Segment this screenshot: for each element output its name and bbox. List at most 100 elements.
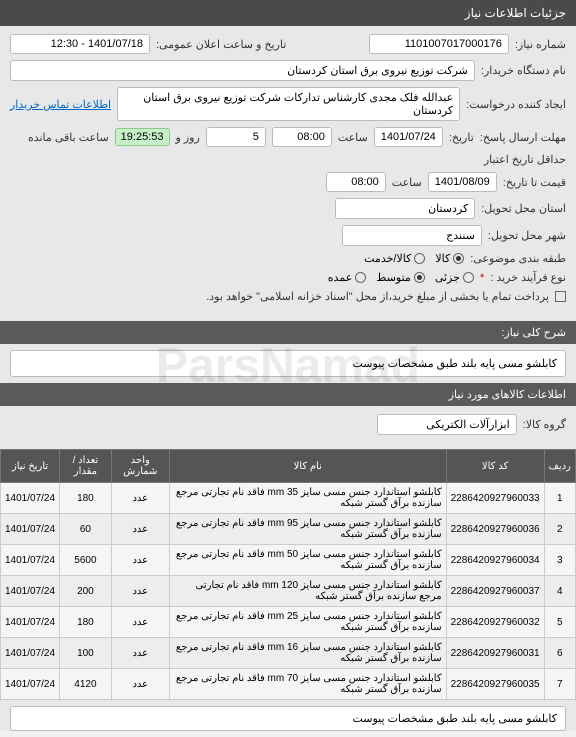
group-field: ابزارآلات الکتریکی bbox=[377, 414, 517, 435]
radio-service[interactable] bbox=[414, 253, 425, 264]
cell-name: کابلشو استاندارد جنس مسی سایز 35 mm فاقد… bbox=[169, 483, 446, 514]
cell-code: 2286420927960032 bbox=[446, 607, 544, 638]
cell-qty: 180 bbox=[60, 607, 112, 638]
announce-label: تاریخ و ساعت اعلان عمومی: bbox=[156, 38, 286, 51]
table-row: 12286420927960033کابلشو استاندارد جنس مس… bbox=[1, 483, 576, 514]
cell-idx: 2 bbox=[544, 514, 575, 545]
response-date-field: 1401/07/24 bbox=[374, 127, 443, 147]
cell-unit: عدد bbox=[111, 545, 169, 576]
goods-table: ردیف کد کالا نام کالا واحد شمارش تعداد /… bbox=[0, 449, 576, 700]
buyer-org-label: نام دستگاه خریدار: bbox=[481, 64, 566, 77]
cell-qty: 100 bbox=[60, 638, 112, 669]
response-time-field: 08:00 bbox=[272, 127, 332, 147]
cell-idx: 1 bbox=[544, 483, 575, 514]
goods-header: اطلاعات کالاهای مورد نیاز bbox=[449, 389, 566, 401]
th-code: کد کالا bbox=[446, 450, 544, 483]
footer-box: کابلشو مسی پایه بلند طبق مشخصات پیوست bbox=[10, 706, 566, 731]
province-label: استان محل تحویل: bbox=[481, 202, 566, 215]
cell-unit: عدد bbox=[111, 669, 169, 700]
required-star: * bbox=[480, 272, 484, 284]
cell-name: کابلشو استاندارد جنس مسی سایز 16 mm فاقد… bbox=[169, 638, 446, 669]
category-label: طبقه بندی موضوعی: bbox=[470, 252, 566, 265]
cell-qty: 4120 bbox=[60, 669, 112, 700]
radio-small[interactable] bbox=[463, 272, 474, 283]
table-row: 72286420927960035کابلشو استاندارد جنس مس… bbox=[1, 669, 576, 700]
cell-qty: 5600 bbox=[60, 545, 112, 576]
cell-unit: عدد bbox=[111, 638, 169, 669]
table-row: 32286420927960034کابلشو استاندارد جنس مس… bbox=[1, 545, 576, 576]
cell-unit: عدد bbox=[111, 514, 169, 545]
city-label: شهر محل تحویل: bbox=[488, 229, 566, 242]
cell-idx: 7 bbox=[544, 669, 575, 700]
cell-date: 1401/07/24 bbox=[1, 545, 60, 576]
goods-title-bar: اطلاعات کالاهای مورد نیاز bbox=[0, 383, 576, 406]
page-header: جزئیات اطلاعات نیاز bbox=[0, 0, 576, 26]
cell-name: کابلشو استاندارد جنس مسی سایز 120 mm فاق… bbox=[169, 576, 446, 607]
need-number-label: شماره نیاز: bbox=[515, 38, 566, 51]
requester-label: ایجاد کننده درخواست: bbox=[466, 98, 566, 111]
th-name: نام کالا bbox=[169, 450, 446, 483]
buyer-org-field: شرکت توزیع نیروی برق استان کردستان bbox=[10, 60, 475, 81]
page-title: جزئیات اطلاعات نیاز bbox=[465, 6, 566, 20]
radio-medium-label: متوسط bbox=[376, 271, 411, 284]
cell-code: 2286420927960037 bbox=[446, 576, 544, 607]
radio-goods[interactable] bbox=[453, 253, 464, 264]
cell-code: 2286420927960033 bbox=[446, 483, 544, 514]
countdown-timer: 19:25:53 bbox=[115, 128, 170, 146]
cell-date: 1401/07/24 bbox=[1, 483, 60, 514]
response-deadline-label: مهلت ارسال پاسخ: bbox=[480, 131, 566, 144]
cell-idx: 6 bbox=[544, 638, 575, 669]
city-field: سنندج bbox=[342, 225, 482, 246]
cell-name: کابلشو استاندارد جنس مسی سایز 25 mm فاقد… bbox=[169, 607, 446, 638]
payment-checkbox[interactable] bbox=[555, 291, 566, 302]
announce-field: 1401/07/18 - 12:30 bbox=[10, 34, 150, 54]
table-row: 52286420927960032کابلشو استاندارد جنس مس… bbox=[1, 607, 576, 638]
purchase-type-radio-group: جزئی متوسط عمده bbox=[328, 271, 474, 284]
cell-idx: 4 bbox=[544, 576, 575, 607]
radio-large[interactable] bbox=[355, 272, 366, 283]
cell-idx: 5 bbox=[544, 607, 575, 638]
cell-qty: 180 bbox=[60, 483, 112, 514]
th-unit: واحد شمارش bbox=[111, 450, 169, 483]
time-label-2: ساعت bbox=[392, 176, 422, 189]
payment-note: پرداخت تمام یا بخشی از مبلغ خرید،از محل … bbox=[206, 290, 549, 303]
time-label-1: ساعت bbox=[338, 131, 368, 144]
province-field: کردستان bbox=[335, 198, 475, 219]
radio-small-label: جزئی bbox=[435, 271, 460, 284]
days-label: روز و bbox=[176, 131, 200, 144]
cell-date: 1401/07/24 bbox=[1, 669, 60, 700]
validity-date-field: 1401/08/09 bbox=[428, 172, 497, 192]
cell-unit: عدد bbox=[111, 576, 169, 607]
cell-date: 1401/07/24 bbox=[1, 638, 60, 669]
radio-goods-label: کالا bbox=[435, 252, 450, 265]
cell-code: 2286420927960031 bbox=[446, 638, 544, 669]
cell-qty: 60 bbox=[60, 514, 112, 545]
until-label: تاریخ: bbox=[449, 131, 474, 144]
cell-name: کابلشو استاندارد جنس مسی سایز 50 mm فاقد… bbox=[169, 545, 446, 576]
th-date: تاریخ نیاز bbox=[1, 450, 60, 483]
purchase-type-label: نوع فرآیند خرید : bbox=[490, 271, 566, 284]
days-field: 5 bbox=[206, 127, 266, 147]
validity-time-field: 08:00 bbox=[326, 172, 386, 192]
desc-box: کابلشو مسی پایه بلند طبق مشخصات پیوست bbox=[10, 350, 566, 377]
cell-unit: عدد bbox=[111, 607, 169, 638]
cell-code: 2286420927960034 bbox=[446, 545, 544, 576]
group-label: گروه کالا: bbox=[523, 418, 566, 431]
cell-unit: عدد bbox=[111, 483, 169, 514]
buyer-contact-link[interactable]: اطلاعات تماس خریدار bbox=[10, 98, 111, 111]
need-number-field: 1101007017000176 bbox=[369, 34, 509, 54]
remaining-label: ساعت باقی مانده bbox=[28, 131, 109, 144]
radio-large-label: عمده bbox=[328, 271, 352, 284]
category-radio-group: کالا کالا/خدمت bbox=[364, 252, 464, 265]
radio-service-label: کالا/خدمت bbox=[364, 252, 411, 265]
cell-name: کابلشو استاندارد جنس مسی سایز 70 mm فاقد… bbox=[169, 669, 446, 700]
table-header-row: ردیف کد کالا نام کالا واحد شمارش تعداد /… bbox=[1, 450, 576, 483]
requester-field: عبدالله فلک مجدی کارشناس تدارکات شرکت تو… bbox=[117, 87, 460, 121]
table-row: 22286420927960036کابلشو استاندارد جنس مس… bbox=[1, 514, 576, 545]
cell-date: 1401/07/24 bbox=[1, 514, 60, 545]
cell-date: 1401/07/24 bbox=[1, 607, 60, 638]
cell-name: کابلشو استاندارد جنس مسی سایز 95 mm فاقد… bbox=[169, 514, 446, 545]
radio-medium[interactable] bbox=[414, 272, 425, 283]
cell-code: 2286420927960035 bbox=[446, 669, 544, 700]
cell-idx: 3 bbox=[544, 545, 575, 576]
